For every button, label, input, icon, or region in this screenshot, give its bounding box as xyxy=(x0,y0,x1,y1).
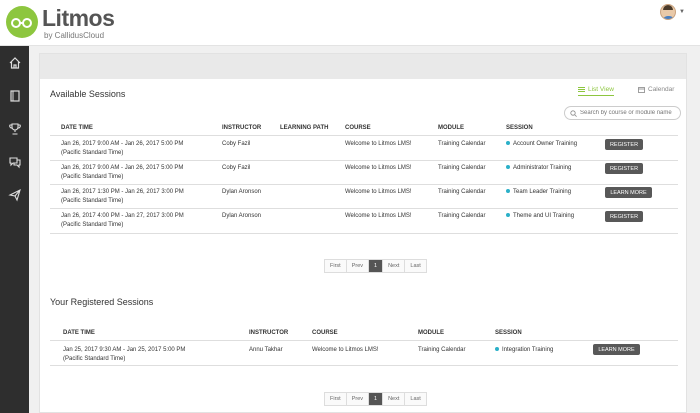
row-date: Jan 26, 2017 9:00 AM - Jan 26, 2017 5:00… xyxy=(61,165,184,180)
divider xyxy=(50,135,678,136)
list-icon xyxy=(578,87,585,92)
row-module: Training Calendar xyxy=(418,347,466,353)
col-course: COURSE xyxy=(345,125,371,131)
col-session: SESSION xyxy=(506,125,533,131)
pager-prev[interactable]: Prev xyxy=(346,393,370,405)
search-icon xyxy=(570,109,577,117)
tab-calendar-label: Calendar xyxy=(648,86,675,93)
row-session[interactable]: Theme and UI Training xyxy=(506,212,574,221)
chat-icon xyxy=(8,157,21,169)
search-box[interactable] xyxy=(564,106,681,120)
book-icon xyxy=(9,90,20,102)
tab-calendar[interactable]: Calendar xyxy=(638,86,674,93)
divider xyxy=(50,208,678,209)
brand-subtitle: by CallidusCloud xyxy=(44,31,105,40)
sidebar-item-send[interactable] xyxy=(0,180,29,210)
pager-last[interactable]: Last xyxy=(405,393,426,405)
sidebar-item-library[interactable] xyxy=(0,81,29,111)
sidebar xyxy=(0,46,29,413)
pager-current-page[interactable]: 1 xyxy=(369,393,384,405)
pager-first[interactable]: First xyxy=(325,393,347,405)
panel-header-bar xyxy=(40,54,686,79)
paper-plane-icon xyxy=(7,188,21,202)
pager-last[interactable]: Last xyxy=(405,260,426,272)
pagination: First Prev 1 Next Last xyxy=(324,392,427,406)
row-instructor: Coby Fazil xyxy=(222,141,251,147)
col-course: COURSE xyxy=(312,330,338,336)
pager-next[interactable]: Next xyxy=(383,393,406,405)
session-dot-icon xyxy=(506,165,510,170)
row-course: Welcome to Litmos LMS! xyxy=(345,213,412,219)
col-date-time: DATE TIME xyxy=(63,330,95,336)
register-button[interactable]: REGISTER xyxy=(605,139,643,150)
registered-sessions-title: Your Registered Sessions xyxy=(50,297,154,307)
session-dot-icon xyxy=(506,141,510,146)
litmos-logo[interactable] xyxy=(6,6,38,38)
col-session: SESSION xyxy=(495,330,522,336)
divider xyxy=(50,365,678,366)
divider xyxy=(50,233,678,234)
user-avatar[interactable] xyxy=(660,4,676,20)
col-date-time: DATE TIME xyxy=(61,125,93,131)
row-course: Welcome to Litmos LMS! xyxy=(345,165,412,171)
pager-prev[interactable]: Prev xyxy=(346,260,370,272)
sidebar-item-achievements[interactable] xyxy=(0,114,29,144)
session-dot-icon xyxy=(506,189,510,194)
brand-name: Litmos xyxy=(42,5,115,31)
row-session[interactable]: Team Leader Training xyxy=(506,188,571,197)
row-module: Training Calendar xyxy=(438,213,486,219)
home-icon xyxy=(9,57,20,69)
row-date: Jan 25, 2017 9:30 AM - Jan 25, 2017 5:00… xyxy=(63,347,186,362)
row-instructor: Dylan Aronson xyxy=(222,213,262,219)
tab-list-view-label: List View xyxy=(588,86,614,93)
row-module: Training Calendar xyxy=(438,165,486,171)
pager-current-page[interactable]: 1 xyxy=(369,260,384,272)
session-dot-icon xyxy=(506,213,510,218)
app-header: Litmos by CallidusCloud ▼ xyxy=(0,0,700,46)
row-date: Jan 26, 2017 1:30 PM - Jan 26, 2017 3:00… xyxy=(61,189,184,204)
row-instructor: Coby Fazil xyxy=(222,165,251,171)
learn-more-button[interactable]: LEARN MORE xyxy=(605,187,652,198)
row-module: Training Calendar xyxy=(438,141,486,147)
divider xyxy=(50,160,678,161)
search-input[interactable] xyxy=(580,110,678,116)
col-module: MODULE xyxy=(418,330,444,336)
tab-list-view[interactable]: List View xyxy=(578,86,614,96)
col-module: MODULE xyxy=(438,125,464,131)
register-button[interactable]: REGISTER xyxy=(605,211,643,222)
row-course: Welcome to Litmos LMS! xyxy=(345,189,412,195)
divider xyxy=(50,340,678,341)
row-date: Jan 26, 2017 4:00 PM - Jan 27, 2017 3:00… xyxy=(61,213,184,228)
pager-first[interactable]: First xyxy=(325,260,347,272)
row-session[interactable]: Account Owner Training xyxy=(506,140,577,149)
chevron-down-icon[interactable]: ▼ xyxy=(679,9,685,15)
row-course: Welcome to Litmos LMS! xyxy=(345,141,412,147)
available-sessions-title: Available Sessions xyxy=(50,89,126,99)
row-date: Jan 26, 2017 9:00 AM - Jan 26, 2017 5:00… xyxy=(61,141,184,156)
col-learning-path: LEARNING PATH xyxy=(280,125,329,131)
row-module: Training Calendar xyxy=(438,189,486,195)
register-button[interactable]: REGISTER xyxy=(605,163,643,174)
row-session[interactable]: Integration Training xyxy=(495,346,553,355)
learn-more-button[interactable]: LEARN MORE xyxy=(593,344,640,355)
session-dot-icon xyxy=(495,347,499,352)
sidebar-item-messages[interactable] xyxy=(0,147,29,177)
sidebar-item-home[interactable] xyxy=(0,48,29,78)
calendar-icon xyxy=(638,87,645,93)
pager-next[interactable]: Next xyxy=(383,260,406,272)
row-instructor: Dylan Aronson xyxy=(222,189,262,195)
row-session[interactable]: Administrator Training xyxy=(506,164,571,173)
divider xyxy=(50,184,678,185)
row-course: Welcome to Litmos LMS! xyxy=(312,347,379,353)
pagination: First Prev 1 Next Last xyxy=(324,259,427,273)
main-panel: Available Sessions List View Calendar DA… xyxy=(39,53,687,413)
col-instructor: INSTRUCTOR xyxy=(222,125,262,131)
row-instructor: Annu Takhar xyxy=(249,347,283,353)
col-instructor: INSTRUCTOR xyxy=(249,330,289,336)
trophy-icon xyxy=(8,123,21,135)
